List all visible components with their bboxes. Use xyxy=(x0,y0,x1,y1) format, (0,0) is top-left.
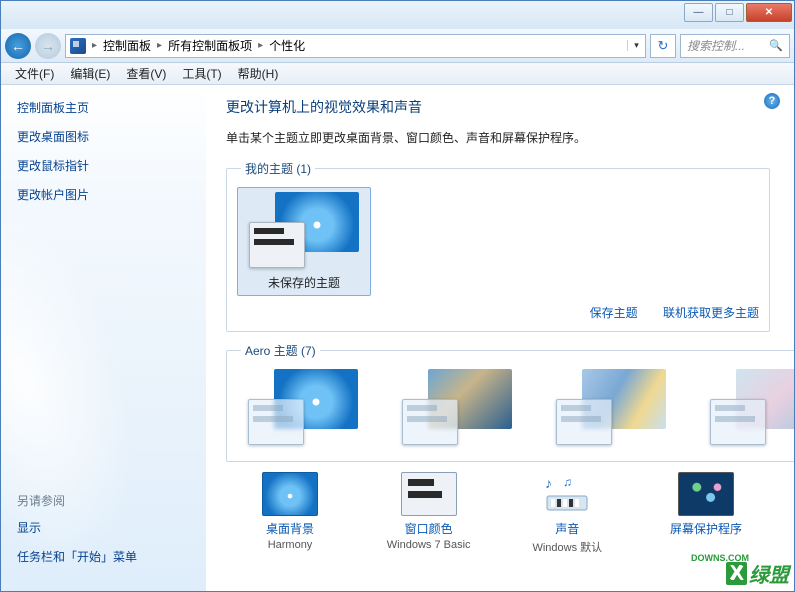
desktop-background-value: Harmony xyxy=(268,539,313,551)
titlebar: — □ ✕ xyxy=(1,1,794,29)
theme-label: 未保存的主题 xyxy=(268,274,340,291)
svg-text:♫: ♫ xyxy=(563,475,572,489)
window-preview-icon xyxy=(248,399,304,445)
aero-theme-4[interactable] xyxy=(699,369,794,461)
aero-themes-title: Aero 主题 (7) xyxy=(241,342,320,359)
menu-view[interactable]: 查看(V) xyxy=(118,63,174,84)
maximize-button[interactable]: □ xyxy=(715,3,744,22)
window-frame: — □ ✕ ← → ▸ 控制面板 ▸ 所有控制面板项 ▸ 个性化 ▾ ↻ 搜索控… xyxy=(0,0,795,592)
menubar: 文件(F) 编辑(E) 查看(V) 工具(T) 帮助(H) xyxy=(1,63,794,85)
screensaver-title: 屏幕保护程序 xyxy=(670,520,742,537)
aero-theme-2[interactable] xyxy=(391,369,523,461)
sounds-button[interactable]: ♪ ♫ 声音 Windows 默认 xyxy=(503,472,631,555)
quick-settings-row: 桌面背景 Harmony 窗口颜色 Windows 7 Basic ♪ ♫ xyxy=(226,472,770,555)
menu-tools[interactable]: 工具(T) xyxy=(174,63,229,84)
aero-theme-3[interactable] xyxy=(545,369,677,461)
breadcrumb-leaf[interactable]: 个性化 xyxy=(265,37,309,54)
back-button[interactable]: ← xyxy=(5,33,31,59)
theme-unsaved[interactable]: 未保存的主题 xyxy=(237,187,371,296)
minimize-button[interactable]: — xyxy=(684,3,713,22)
sidebar-mouse-pointers[interactable]: 更改鼠标指针 xyxy=(17,157,190,174)
main-content: ? 更改计算机上的视觉效果和声音 单击某个主题立即更改桌面背景、窗口颜色、声音和… xyxy=(206,85,794,591)
breadcrumb-mid[interactable]: 所有控制面板项 xyxy=(164,37,256,54)
sound-icon: ♪ ♫ xyxy=(539,472,595,516)
window-color-title: 窗口颜色 xyxy=(405,520,453,537)
navbar: ← → ▸ 控制面板 ▸ 所有控制面板项 ▸ 个性化 ▾ ↻ 搜索控制... 🔍 xyxy=(1,29,794,63)
search-icon: 🔍 xyxy=(769,39,783,52)
search-input[interactable]: 搜索控制... 🔍 xyxy=(680,34,790,58)
chevron-right-icon: ▸ xyxy=(90,40,99,51)
window-preview-icon xyxy=(556,399,612,445)
menu-file[interactable]: 文件(F) xyxy=(7,63,62,84)
sidebar-home[interactable]: 控制面板主页 xyxy=(17,99,190,116)
aero-themes-group: Aero 主题 (7) xyxy=(226,342,794,462)
desktop-background-title: 桌面背景 xyxy=(266,520,314,537)
close-button[interactable]: ✕ xyxy=(746,3,792,22)
page-subtitle: 单击某个主题立即更改桌面背景、窗口颜色、声音和屏幕保护程序。 xyxy=(226,129,770,146)
window-preview-icon xyxy=(402,399,458,445)
sidebar-desktop-icons[interactable]: 更改桌面图标 xyxy=(17,128,190,145)
window-color-button[interactable]: 窗口颜色 Windows 7 Basic xyxy=(365,472,493,555)
desktop-background-icon xyxy=(262,472,318,516)
control-panel-icon xyxy=(70,38,86,54)
get-more-themes-link[interactable]: 联机获取更多主题 xyxy=(663,306,759,320)
breadcrumb-root[interactable]: 控制面板 xyxy=(99,37,155,54)
chevron-right-icon: ▸ xyxy=(155,40,164,51)
menu-edit[interactable]: 编辑(E) xyxy=(62,63,118,84)
sidebar-display[interactable]: 显示 xyxy=(17,519,190,536)
aero-theme-1[interactable] xyxy=(237,369,369,461)
window-color-icon xyxy=(401,472,457,516)
window-preview-icon xyxy=(710,399,766,445)
menu-help[interactable]: 帮助(H) xyxy=(230,63,287,84)
sounds-title: 声音 xyxy=(555,520,579,537)
sidebar-account-picture[interactable]: 更改帐户图片 xyxy=(17,186,190,203)
address-dropdown-button[interactable]: ▾ xyxy=(627,40,645,51)
see-also-header: 另请参阅 xyxy=(17,492,190,509)
body: 控制面板主页 更改桌面图标 更改鼠标指针 更改帐户图片 另请参阅 显示 任务栏和… xyxy=(1,85,794,591)
help-icon[interactable]: ? xyxy=(764,93,780,109)
forward-button[interactable]: → xyxy=(35,33,61,59)
refresh-button[interactable]: ↻ xyxy=(650,34,676,58)
address-bar[interactable]: ▸ 控制面板 ▸ 所有控制面板项 ▸ 个性化 ▾ xyxy=(65,34,646,58)
chevron-right-icon: ▸ xyxy=(256,40,265,51)
save-theme-link[interactable]: 保存主题 xyxy=(590,306,638,320)
window-preview-icon xyxy=(249,222,305,268)
window-color-value: Windows 7 Basic xyxy=(387,539,471,551)
my-themes-group: 我的主题 (1) 未保存的主题 保存主题 联机获取更多主题 xyxy=(226,160,770,332)
sidebar: 控制面板主页 更改桌面图标 更改鼠标指针 更改帐户图片 另请参阅 显示 任务栏和… xyxy=(1,85,206,591)
sidebar-taskbar-start[interactable]: 任务栏和「开始」菜单 xyxy=(17,548,190,565)
desktop-background-button[interactable]: 桌面背景 Harmony xyxy=(226,472,354,555)
screensaver-icon xyxy=(678,472,734,516)
my-themes-title: 我的主题 (1) xyxy=(241,160,315,177)
screensaver-button[interactable]: 屏幕保护程序 xyxy=(642,472,770,555)
sounds-value: Windows 默认 xyxy=(532,539,602,555)
svg-text:♪: ♪ xyxy=(545,475,552,491)
page-title: 更改计算机上的视觉效果和声音 xyxy=(226,97,770,117)
search-placeholder: 搜索控制... xyxy=(687,37,745,54)
